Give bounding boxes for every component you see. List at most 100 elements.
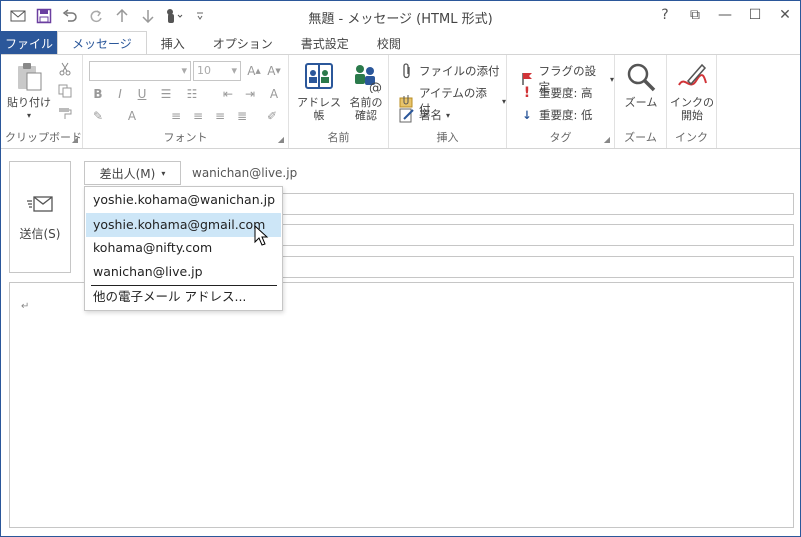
zoom-button[interactable]: ズーム <box>619 61 663 109</box>
ribbon-display-button[interactable]: ⧉ <box>680 1 710 29</box>
from-option[interactable]: kohama@nifty.com <box>86 236 281 260</box>
zoom-group: ズーム ズーム <box>615 55 667 148</box>
ink-pen-icon <box>678 63 707 86</box>
font-color-icon[interactable]: A <box>123 107 141 125</box>
italic-button[interactable]: I <box>111 85 129 103</box>
format-painter-icon[interactable] <box>57 105 73 121</box>
check-names-label-2: 確認 <box>355 109 377 122</box>
tab-file[interactable]: ファイル <box>1 31 57 55</box>
ribbon-tabs: ファイル メッセージ 挿入 オプション 書式設定 校閲 <box>1 31 800 56</box>
ink-group-label: インク <box>675 131 708 144</box>
attach-item-dropdown-icon: ▾ <box>501 96 506 106</box>
high-importance-button[interactable]: ! 重要度: 高 <box>519 85 593 101</box>
font-group-label: フォント <box>163 131 208 144</box>
increase-indent-icon[interactable]: ⇥ <box>241 85 259 103</box>
font-size-value: 10 <box>197 64 211 77</box>
paste-dropdown-icon: ▾ <box>26 111 31 120</box>
tab-review[interactable]: 校閲 <box>363 31 415 55</box>
underline-button[interactable]: U <box>133 85 151 103</box>
justify-icon[interactable]: ≣ <box>233 107 251 125</box>
clear-formatting-icon[interactable]: A <box>265 85 283 103</box>
copy-icon[interactable] <box>57 83 73 99</box>
low-importance-button[interactable]: ↓ 重要度: 低 <box>519 107 593 123</box>
title-bar: 無題 - メッセージ (HTML 形式) ? ⧉ — ☐ ✕ <box>1 1 800 31</box>
from-option[interactable]: yoshie.kohama@wanichan.jp <box>86 188 281 212</box>
low-importance-label: 重要度: 低 <box>539 108 593 122</box>
check-names-button[interactable]: @ 名前の 確認 <box>345 61 387 122</box>
signature-dropdown-icon: ▾ <box>446 110 451 120</box>
grow-font-icon[interactable]: A ▲ <box>245 62 263 80</box>
paste-label: 貼り付け <box>7 96 51 109</box>
clipboard-group-label: クリップボード <box>5 131 82 144</box>
other-email-address-option[interactable]: 他の電子メール アドレス... <box>86 285 281 309</box>
start-inking-label-2: 開始 <box>681 109 703 122</box>
maximize-button[interactable]: ☐ <box>740 1 770 29</box>
cut-icon[interactable] <box>57 61 73 77</box>
exclamation-icon: ! <box>523 85 531 101</box>
paste-button[interactable]: 貼り付け ▾ <box>7 61 51 122</box>
align-center-icon[interactable]: ≡ <box>189 107 207 125</box>
signature-icon <box>399 107 415 123</box>
window-controls: ? ⧉ — ☐ ✕ <box>650 1 800 29</box>
signature-button[interactable]: 署名 ▾ <box>399 107 450 123</box>
font-name-box[interactable]: ▾ <box>89 61 191 81</box>
tab-insert[interactable]: 挿入 <box>147 31 199 55</box>
highlight-icon[interactable]: ✎ <box>89 107 107 125</box>
from-dropdown-menu: yoshie.kohama@wanichan.jp yoshie.kohama@… <box>84 186 283 311</box>
clipboard-launcher-icon[interactable]: ◢ <box>72 135 78 144</box>
from-option[interactable]: wanichan@live.jp <box>86 260 281 284</box>
send-button[interactable]: 送信(S) <box>9 161 71 273</box>
minimize-button[interactable]: — <box>710 1 740 29</box>
follow-up-dropdown-icon: ▾ <box>609 74 614 84</box>
include-group: ファイルの添付 アイテムの添付 ▾ 署名 ▾ 挿入 <box>389 55 507 148</box>
signature-label: 署名 <box>419 108 442 122</box>
names-group-label: 名前 <box>327 131 350 144</box>
tags-group: フラグの設定 ▾ ! 重要度: 高 ↓ 重要度: 低 タグ ◢ <box>507 55 615 148</box>
clipboard-small-buttons <box>57 61 73 121</box>
paste-icon <box>18 63 42 91</box>
svg-text:@: @ <box>369 81 382 93</box>
tags-launcher-icon[interactable]: ◢ <box>604 135 610 144</box>
start-inking-button[interactable]: インクの 開始 <box>669 61 715 122</box>
from-button[interactable]: 差出人(M) ▾ <box>84 161 181 185</box>
start-inking-label-1: インクの <box>670 96 714 109</box>
from-dropdown-icon: ▾ <box>161 168 166 178</box>
font-group: ▾ 10 ▾ A ▲ A ▼ B I U ☰ ☷ ⇤ ⇥ A ✎ A ≡ ≡ ≡ ≣ … <box>83 55 289 148</box>
send-envelope-icon <box>27 195 53 212</box>
check-names-label-1: 名前の <box>349 96 383 109</box>
tab-options[interactable]: オプション <box>199 31 287 55</box>
shrink-font-icon[interactable]: A ▼ <box>265 62 283 80</box>
bullets-icon[interactable]: ☰ <box>157 85 175 103</box>
help-button[interactable]: ? <box>650 1 680 29</box>
close-button[interactable]: ✕ <box>770 1 800 29</box>
bold-button[interactable]: B <box>89 85 107 103</box>
attach-file-label: ファイルの添付 <box>419 64 500 78</box>
address-book-icon <box>305 63 333 89</box>
names-group: アドレス帳 @ 名前の 確認 名前 <box>289 55 389 148</box>
address-book-label: アドレス帳 <box>297 96 341 122</box>
ribbon: 貼り付け ▾ クリップボード ◢ ▾ 10 ▾ A ▲ A ▼ B I U ☰ … <box>1 54 800 149</box>
check-names-icon: @ <box>355 65 382 93</box>
tags-group-label: タグ <box>549 131 572 144</box>
address-book-button[interactable]: アドレス帳 <box>293 61 345 122</box>
from-address: wanichan@live.jp <box>192 166 298 180</box>
zoom-label: ズーム <box>624 96 658 109</box>
from-option-hovered[interactable]: yoshie.kohama@gmail.com <box>86 213 281 237</box>
paragraph-mark: ↵ <box>21 301 30 312</box>
numbering-icon[interactable]: ☷ <box>183 85 201 103</box>
magnifier-icon <box>627 63 656 92</box>
text-style-icon[interactable]: ✐ <box>263 107 281 125</box>
high-importance-label: 重要度: 高 <box>539 86 593 100</box>
attach-file-button[interactable]: ファイルの添付 <box>399 63 500 79</box>
tab-format-text[interactable]: 書式設定 <box>287 31 363 55</box>
down-arrow-importance-icon: ↓ <box>522 108 532 122</box>
tab-message[interactable]: メッセージ <box>57 31 147 56</box>
include-group-label: 挿入 <box>436 131 459 144</box>
message-body[interactable]: ↵ <box>9 282 794 528</box>
paperclip-icon <box>399 63 415 79</box>
font-size-box[interactable]: 10 ▾ <box>193 61 241 81</box>
decrease-indent-icon[interactable]: ⇤ <box>219 85 237 103</box>
align-left-icon[interactable]: ≡ <box>167 107 185 125</box>
font-launcher-icon[interactable]: ◢ <box>278 135 284 144</box>
align-right-icon[interactable]: ≡ <box>211 107 229 125</box>
